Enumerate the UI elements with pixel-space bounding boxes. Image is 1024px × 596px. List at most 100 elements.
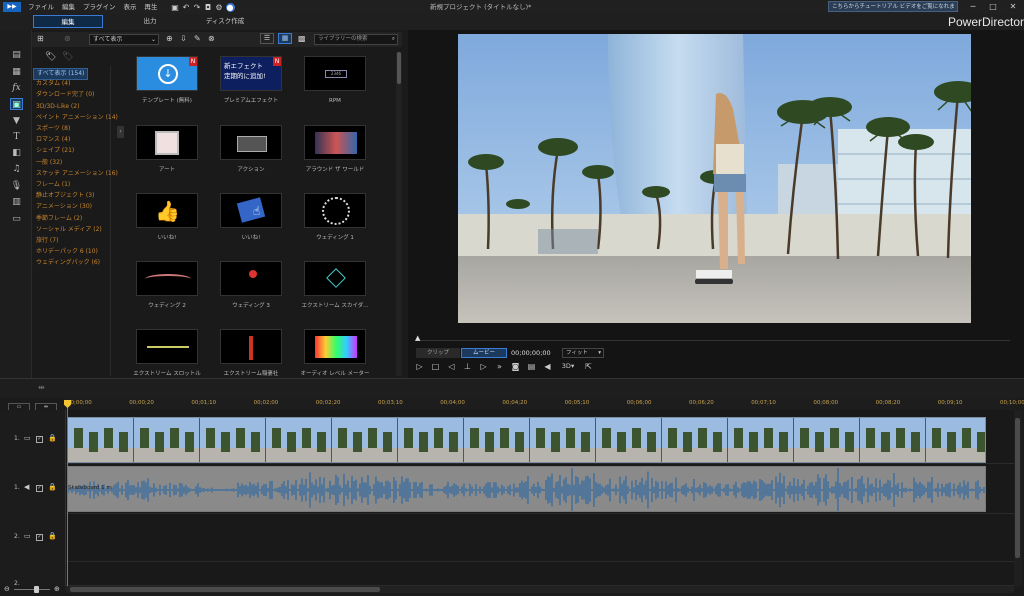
playhead-line[interactable] xyxy=(67,404,68,586)
stop-icon[interactable]: □ xyxy=(430,361,441,372)
title-room-icon[interactable]: T xyxy=(10,131,23,143)
fast-forward-icon[interactable]: » xyxy=(494,361,505,372)
mark-icon[interactable]: ⊥ xyxy=(462,361,473,372)
library-filter-dropdown[interactable]: すべて表示 ⌄ xyxy=(89,34,159,45)
template-tile-premium[interactable]: 新エフェクト 定期的に追加! N xyxy=(220,56,282,91)
next-frame-icon[interactable]: ▷ xyxy=(478,361,489,372)
volume-icon[interactable]: ◀ xyxy=(542,361,553,372)
audio-track-2[interactable] xyxy=(66,562,1014,586)
import-icon[interactable]: ⊞ xyxy=(37,34,44,43)
timeline-vertical-scrollbar-thumb[interactable] xyxy=(1015,418,1020,558)
timeline-horizontal-scrollbar-thumb[interactable] xyxy=(70,587,380,592)
category-item[interactable]: アニメーション (30) xyxy=(36,202,92,212)
particle-room-icon[interactable]: ▼ xyxy=(10,115,23,127)
category-item[interactable]: フレーム (1) xyxy=(36,180,70,190)
track-enable-checkbox[interactable]: ✓ xyxy=(36,436,43,443)
track-enable-checkbox[interactable]: ✓ xyxy=(36,485,43,492)
menu-view[interactable]: 表示 xyxy=(120,0,141,14)
transition-room-icon[interactable]: ◧ xyxy=(10,147,23,159)
preview-seekbar[interactable]: ▲ xyxy=(415,335,1010,342)
redo-icon[interactable]: ↷ xyxy=(193,3,202,12)
zoom-out-icon[interactable]: ⊖ xyxy=(4,585,10,593)
template-tile-like1[interactable]: 👍 xyxy=(136,193,198,228)
tutorial-tip-banner[interactable]: こちらからチュートリアル ビデオをご覧になれます。 xyxy=(828,1,958,21)
camera-icon[interactable]: ◘ xyxy=(204,3,213,12)
play-icon[interactable]: ▷ xyxy=(414,361,425,372)
category-item[interactable]: スケッチ アニメーション (16) xyxy=(36,169,118,179)
lock-icon[interactable]: 🔒 xyxy=(48,483,57,491)
menu-plugins[interactable]: プラグイン xyxy=(79,0,120,14)
3d-toggle[interactable]: 3D▾ xyxy=(558,361,578,372)
category-item[interactable]: スポーツ (8) xyxy=(36,124,70,134)
subtitle-icon[interactable]: ▤ xyxy=(526,361,537,372)
tag-icon[interactable]: 🏷 xyxy=(45,52,56,62)
category-item[interactable]: 一般 (32) xyxy=(36,158,62,168)
close-icon[interactable]: ✕ xyxy=(1006,0,1020,14)
grid-view-icon[interactable]: ▦ xyxy=(278,33,292,44)
edit-template-icon[interactable]: ✎ xyxy=(194,34,201,43)
template-tile-like2[interactable]: ☝ xyxy=(220,193,282,228)
template-tile-rpm[interactable]: 2346 xyxy=(304,56,366,91)
template-tile-wed1[interactable] xyxy=(304,193,366,228)
media-room-icon[interactable]: ▤ xyxy=(10,49,23,61)
template-tile-x1[interactable] xyxy=(136,329,198,364)
template-room-icon[interactable]: ▦ xyxy=(10,66,23,78)
category-item[interactable]: カスタム (4) xyxy=(36,79,70,89)
category-item[interactable]: ホリデーパック 6 (10) xyxy=(36,247,98,257)
category-item[interactable]: 旅行 (7) xyxy=(36,236,58,246)
seek-handle-icon[interactable]: ▲ xyxy=(415,335,420,342)
track-enable-checkbox[interactable]: ✓ xyxy=(36,534,43,541)
audio-clip[interactable] xyxy=(67,466,986,512)
maximize-icon[interactable]: □ xyxy=(986,0,1000,14)
zoom-fit-dropdown[interactable]: フィット ▾ xyxy=(562,348,604,358)
fx-room-icon[interactable]: fx xyxy=(10,82,23,94)
tab-movie-mode[interactable]: ムービー xyxy=(461,348,507,358)
video-track-2[interactable] xyxy=(66,514,1014,562)
search-icon[interactable]: ⌕ xyxy=(392,35,395,44)
tab-clip-mode[interactable]: クリップ xyxy=(416,348,460,358)
category-item[interactable]: 静止オブジェクト (3) xyxy=(36,191,94,201)
settings-gear-icon[interactable]: ⚙ xyxy=(215,3,224,12)
category-item[interactable]: 季節フレーム (2) xyxy=(36,214,82,224)
tab-disc[interactable]: ディスク作成 xyxy=(195,15,255,28)
category-item[interactable]: ダウンロード完了 (0) xyxy=(36,90,94,100)
template-tile-sky[interactable] xyxy=(304,261,366,296)
category-item[interactable]: ウェディングパック (6) xyxy=(36,258,100,268)
undock-icon[interactable]: ⇱ xyxy=(583,361,594,372)
undo-icon[interactable]: ↶ xyxy=(182,3,191,12)
tab-edit[interactable]: 編集 xyxy=(33,15,103,28)
download-icon[interactable]: ⇩ xyxy=(180,34,187,43)
audio-mixer-icon[interactable]: ♫ xyxy=(10,163,23,175)
category-item[interactable]: ロマンス (4) xyxy=(36,135,70,145)
add-folder-icon[interactable]: ⊕ xyxy=(166,34,173,43)
category-item[interactable]: すべて表示 (154) xyxy=(33,68,89,80)
snapshot-icon[interactable]: ◙ xyxy=(510,361,521,372)
library-search-input[interactable]: ライブラリーの検索 ⌕ xyxy=(314,34,398,45)
timeline-zoom-slider[interactable]: ⊖ ⊕ xyxy=(4,585,62,594)
tab-output[interactable]: 出力 xyxy=(120,15,180,28)
collapse-categories-button[interactable]: ‹ xyxy=(117,126,124,138)
menu-file[interactable]: ファイル xyxy=(24,0,58,14)
subtitle-room-icon[interactable]: ▭ xyxy=(10,213,23,225)
list-view-icon[interactable]: ☰ xyxy=(260,33,274,44)
category-item[interactable]: ソーシャル メディア (2) xyxy=(36,225,102,235)
category-item[interactable]: シェイプ (21) xyxy=(36,146,74,156)
menu-playback[interactable]: 再生 xyxy=(141,0,162,14)
plugin-icon[interactable]: ⊛ xyxy=(64,34,71,43)
delete-icon[interactable]: ⊗ xyxy=(208,34,215,43)
previous-frame-icon[interactable]: ◁ xyxy=(446,361,457,372)
lock-icon[interactable]: 🔒 xyxy=(48,434,57,442)
template-tile-world[interactable] xyxy=(304,125,366,160)
save-icon[interactable]: ▣ xyxy=(171,3,180,12)
library-scrollbar-thumb[interactable] xyxy=(397,52,401,84)
chapter-room-icon[interactable]: ▥ xyxy=(10,196,23,208)
split-icon[interactable]: ⇹ xyxy=(38,383,45,392)
zoom-handle[interactable] xyxy=(34,586,39,593)
lock-icon[interactable]: 🔒 xyxy=(48,532,57,540)
voice-over-icon[interactable]: 🎙 xyxy=(10,180,23,192)
template-tile-x2[interactable] xyxy=(220,329,282,364)
template-tile-wed3[interactable] xyxy=(220,261,282,296)
zoom-in-icon[interactable]: ⊕ xyxy=(54,585,60,593)
account-icon[interactable]: ● xyxy=(225,2,235,12)
menu-edit[interactable]: 編集 xyxy=(58,0,79,14)
